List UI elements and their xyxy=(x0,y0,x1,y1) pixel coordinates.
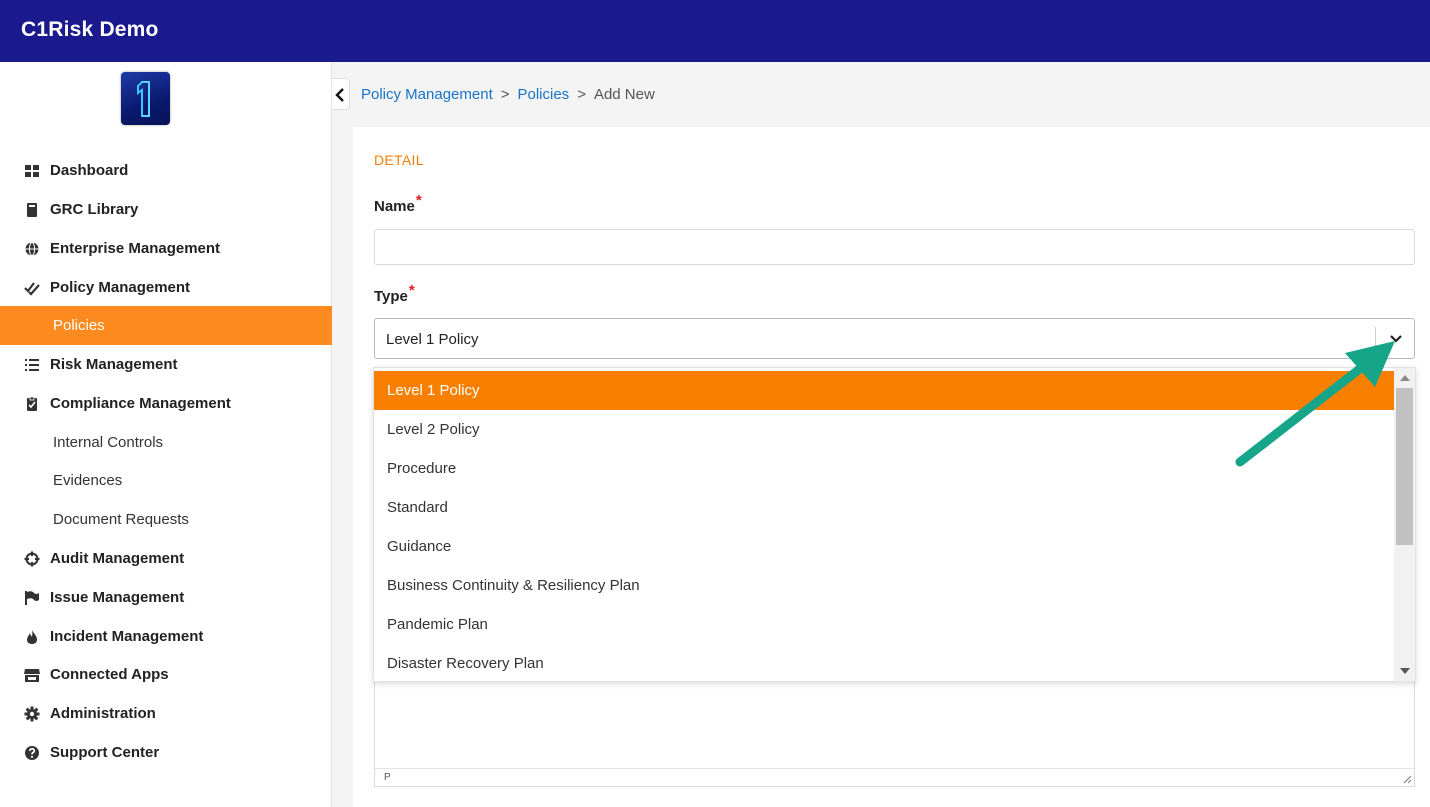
clipboard-check-icon xyxy=(27,396,37,411)
sidebar-item-label: Enterprise Management xyxy=(50,240,221,257)
sidebar-item-label: Compliance Management xyxy=(50,395,231,412)
sidebar-item-label: Issue Management xyxy=(50,589,185,606)
sidebar-item-label: Risk Management xyxy=(50,356,178,373)
globe-icon xyxy=(25,242,39,256)
breadcrumb: Policy Management > Policies > Add New xyxy=(361,86,655,103)
sidebar-item-dashboard[interactable]: Dashboard xyxy=(0,151,332,190)
annotation-arrow-icon xyxy=(1235,341,1395,467)
required-asterisk: * xyxy=(408,282,415,299)
sidebar-item-label: Administration xyxy=(50,705,156,722)
sidebar-item-internal-controls[interactable]: Internal Controls xyxy=(0,423,332,462)
editor-status-bar: P xyxy=(375,768,1414,786)
chevron-left-icon xyxy=(335,88,344,102)
dropdown-option[interactable]: Pandemic Plan xyxy=(374,605,1394,644)
sidebar-item-label: Audit Management xyxy=(50,550,185,567)
sidebar-item-support-center[interactable]: Support Center xyxy=(0,733,332,772)
sidebar-item-label: Document Requests xyxy=(53,511,189,528)
dropdown-option[interactable]: Business Continuity & Resiliency Plan xyxy=(374,566,1394,605)
sidebar-item-label: Policy Management xyxy=(50,279,191,296)
name-input[interactable] xyxy=(374,229,1415,265)
store-icon xyxy=(24,669,40,682)
type-select-value: Level 1 Policy xyxy=(386,331,479,348)
sidebar-item-policies[interactable]: Policies xyxy=(0,306,332,345)
required-asterisk: * xyxy=(415,192,422,209)
sidebar-item-label: Dashboard xyxy=(50,162,129,179)
breadcrumb-separator: > xyxy=(500,86,510,103)
sidebar-item-document-requests[interactable]: Document Requests xyxy=(0,500,332,539)
grid-icon xyxy=(25,165,39,177)
sidebar-item-enterprise-management[interactable]: Enterprise Management xyxy=(0,229,332,268)
sidebar-item-issue-management[interactable]: Issue Management xyxy=(0,578,332,617)
check-double-icon xyxy=(24,282,40,296)
list-icon xyxy=(25,359,39,371)
sidebar-item-connected-apps[interactable]: Connected Apps xyxy=(0,655,332,694)
section-title: DETAIL xyxy=(374,152,424,168)
sidebar-item-grc-library[interactable]: GRC Library xyxy=(0,190,332,229)
sidebar-item-incident-management[interactable]: Incident Management xyxy=(0,617,332,656)
cog-icon xyxy=(24,706,40,722)
sidebar-item-label: Policies xyxy=(53,317,105,334)
collapse-sidebar-button[interactable] xyxy=(332,78,350,110)
dropdown-option[interactable]: Standard xyxy=(374,488,1394,527)
breadcrumb-policy-management[interactable]: Policy Management xyxy=(361,86,493,103)
sidebar-item-label: Incident Management xyxy=(50,628,204,645)
book-icon xyxy=(27,203,37,217)
sidebar-item-label: Support Center xyxy=(50,744,160,761)
description-editor[interactable]: P xyxy=(374,669,1415,787)
sidebar-item-label: Connected Apps xyxy=(50,666,169,683)
crosshairs-icon xyxy=(24,551,40,567)
name-label: Name* xyxy=(374,192,422,215)
sidebar: Dashboard GRC Library Enterprise Managem… xyxy=(0,62,332,807)
type-label-text: Type xyxy=(374,288,408,305)
sidebar-item-label: GRC Library xyxy=(50,201,139,218)
sidebar-item-evidences[interactable]: Evidences xyxy=(0,461,332,500)
resize-handle-icon[interactable] xyxy=(1402,774,1412,784)
sidebar-item-label: Evidences xyxy=(53,472,123,489)
flag-icon xyxy=(25,591,39,605)
logo[interactable] xyxy=(121,72,170,125)
sidebar-item-risk-management[interactable]: Risk Management xyxy=(0,345,332,384)
question-circle-icon xyxy=(25,746,39,760)
app-title: C1Risk Demo xyxy=(21,18,159,41)
sidebar-item-compliance-management[interactable]: Compliance Management xyxy=(0,384,332,423)
type-label: Type* xyxy=(374,282,415,305)
top-bar: C1Risk Demo xyxy=(0,0,1430,62)
fire-icon xyxy=(27,630,37,644)
breadcrumb-current: Add New xyxy=(593,86,655,103)
scroll-down-icon[interactable] xyxy=(1400,668,1410,674)
sidebar-item-label: Internal Controls xyxy=(53,434,164,451)
sidebar-item-policy-management[interactable]: Policy Management xyxy=(0,268,332,307)
sidebar-item-audit-management[interactable]: Audit Management xyxy=(0,539,332,578)
dropdown-option[interactable]: Disaster Recovery Plan xyxy=(374,644,1394,681)
breadcrumb-policies[interactable]: Policies xyxy=(518,86,570,103)
name-label-text: Name xyxy=(374,198,415,215)
dropdown-option[interactable]: Guidance xyxy=(374,527,1394,566)
sidebar-item-administration[interactable]: Administration xyxy=(0,694,332,733)
breadcrumb-separator: > xyxy=(577,86,586,103)
